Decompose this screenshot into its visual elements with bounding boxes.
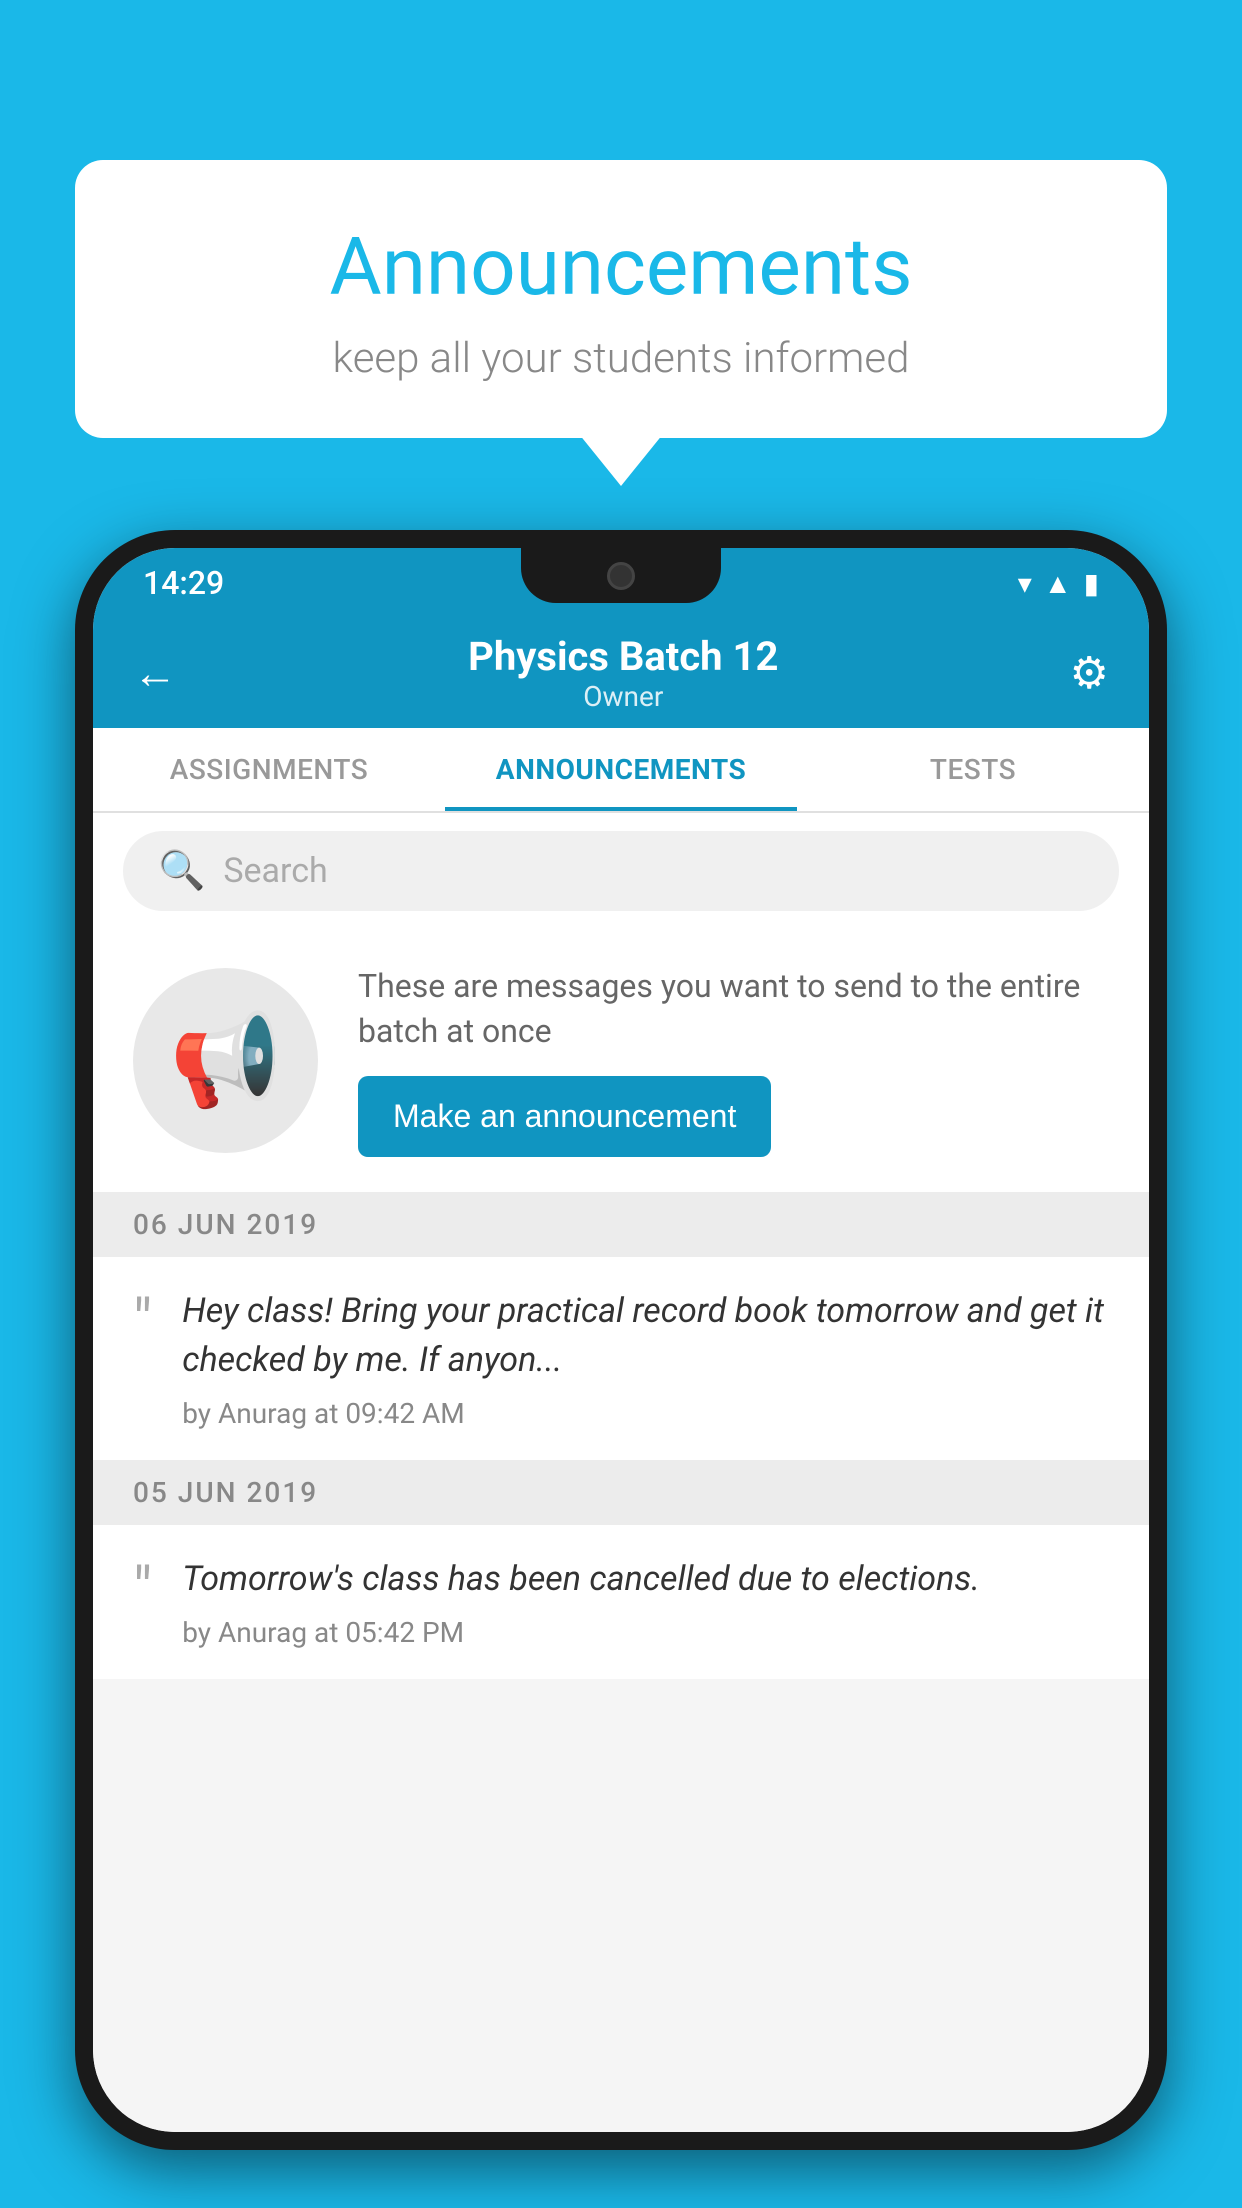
promo-content: These are messages you want to send to t…: [358, 964, 1109, 1157]
signal-icon: ▲: [1044, 567, 1072, 600]
megaphone-icon: 📢: [169, 1008, 281, 1113]
header-title-block: Physics Batch 12 Owner: [468, 633, 778, 713]
promo-card: 📢 These are messages you want to send to…: [93, 929, 1149, 1192]
batch-role: Owner: [468, 680, 778, 713]
announcement-content-1: Hey class! Bring your practical record b…: [182, 1287, 1109, 1431]
announcement-meta-1: by Anurag at 09:42 AM: [182, 1397, 1109, 1430]
announcement-item-2[interactable]: " Tomorrow's class has been cancelled du…: [93, 1525, 1149, 1679]
announcement-text-2: Tomorrow's class has been cancelled due …: [182, 1555, 1109, 1604]
bottom-section: [93, 1679, 1149, 2132]
date-label-2: 05 JUN 2019: [133, 1476, 318, 1509]
status-icons: ▾ ▲ ▮: [1018, 567, 1099, 600]
announcement-content-2: Tomorrow's class has been cancelled due …: [182, 1555, 1109, 1649]
back-button[interactable]: ←: [133, 647, 177, 699]
announcement-text-1: Hey class! Bring your practical record b…: [182, 1287, 1109, 1386]
settings-icon[interactable]: ⚙: [1070, 647, 1109, 699]
speech-bubble-subtitle: keep all your students informed: [125, 334, 1117, 383]
date-divider-1: 06 JUN 2019: [93, 1192, 1149, 1257]
tabs-bar: ASSIGNMENTS ANNOUNCEMENTS TESTS: [93, 728, 1149, 813]
announcement-meta-2: by Anurag at 05:42 PM: [182, 1616, 1109, 1649]
battery-icon: ▮: [1084, 567, 1099, 600]
announcement-item-1[interactable]: " Hey class! Bring your practical record…: [93, 1257, 1149, 1461]
date-label-1: 06 JUN 2019: [133, 1208, 318, 1241]
megaphone-circle: 📢: [133, 968, 318, 1153]
speech-bubble-card: Announcements keep all your students inf…: [75, 160, 1167, 438]
search-icon: 🔍: [158, 849, 205, 893]
make-announcement-button[interactable]: Make an announcement: [358, 1076, 771, 1157]
app-header: ← Physics Batch 12 Owner ⚙: [93, 618, 1149, 728]
camera-dot: [607, 562, 635, 590]
tab-announcements[interactable]: ANNOUNCEMENTS: [445, 728, 797, 811]
content-area: 🔍 Search 📢 These are messages you want t…: [93, 813, 1149, 2132]
phone-screen: 14:29 ▾ ▲ ▮ ← Physics Batch 12 Owner ⚙: [93, 548, 1149, 2132]
tab-assignments[interactable]: ASSIGNMENTS: [93, 728, 445, 811]
batch-name: Physics Batch 12: [468, 633, 778, 680]
date-divider-2: 05 JUN 2019: [93, 1460, 1149, 1525]
quote-icon-1: ": [133, 1292, 152, 1352]
phone-notch: [521, 548, 721, 603]
phone-frame: 14:29 ▾ ▲ ▮ ← Physics Batch 12 Owner ⚙: [75, 530, 1167, 2150]
search-container: 🔍 Search: [93, 813, 1149, 929]
search-bar[interactable]: 🔍 Search: [123, 831, 1119, 911]
wifi-icon: ▾: [1018, 567, 1032, 600]
phone-wrapper: 14:29 ▾ ▲ ▮ ← Physics Batch 12 Owner ⚙: [75, 530, 1167, 2208]
speech-bubble-title: Announcements: [125, 220, 1117, 314]
status-time: 14:29: [143, 564, 224, 602]
search-placeholder: Search: [223, 851, 327, 891]
quote-icon-2: ": [133, 1560, 152, 1620]
tab-tests[interactable]: TESTS: [797, 728, 1149, 811]
promo-description: These are messages you want to send to t…: [358, 964, 1109, 1054]
